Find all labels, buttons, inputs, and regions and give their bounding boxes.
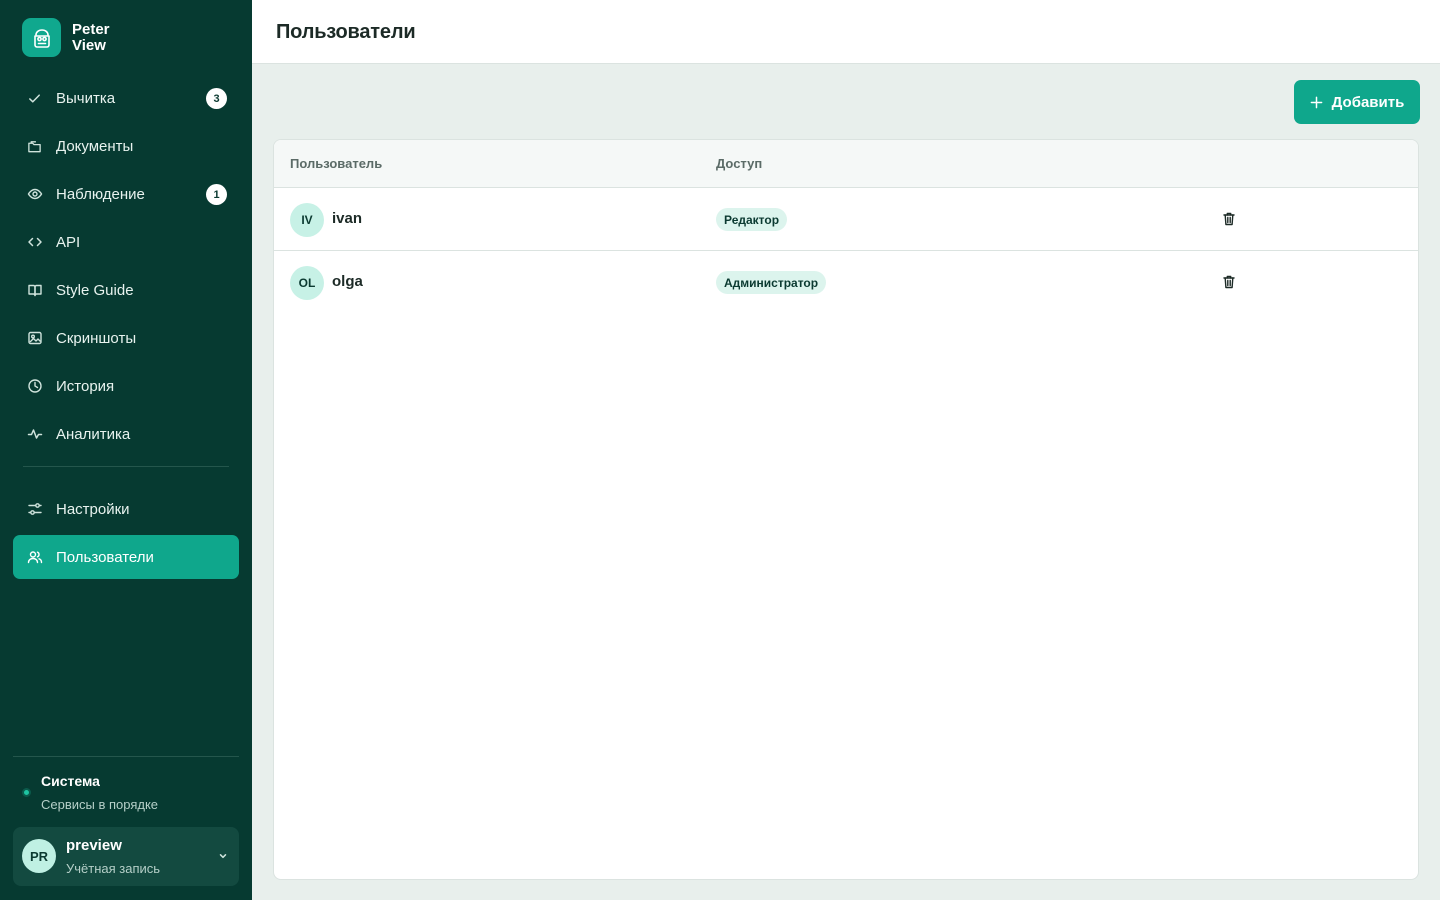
sidebar-item-proofreading[interactable]: Вычитка 3 [13, 76, 239, 120]
status-dot-icon [22, 788, 31, 797]
sidebar-item-label: Аналитика [56, 425, 131, 443]
sidebar-item-style-guide[interactable]: Style Guide [13, 268, 239, 312]
table-row: OL olga Администратор [274, 251, 1418, 314]
sidebar-bottom-divider [13, 756, 239, 757]
sidebar-item-label: Документы [56, 137, 134, 155]
table-row: IV ivan Редактор [274, 188, 1418, 251]
eye-icon [26, 186, 43, 203]
sidebar-item-settings[interactable]: Настройки [13, 487, 239, 531]
account-name: preview [66, 837, 122, 854]
user-name: ivan [332, 210, 363, 227]
app-root: Peter View Вычитка 3 Документы Наблюдени… [0, 0, 1440, 900]
sidebar-item-history[interactable]: История [13, 364, 239, 408]
plus-icon [1310, 96, 1323, 109]
sidebar-item-label: API [56, 233, 81, 251]
chevron-down-icon [217, 850, 229, 862]
image-icon [26, 330, 43, 347]
main-content: Пользователи Добавить Пользователь Досту… [252, 0, 1440, 900]
count-badge: 3 [206, 88, 227, 109]
add-user-label: Добавить [1331, 93, 1405, 111]
add-user-button[interactable]: Добавить [1294, 80, 1420, 124]
avatar: IV [290, 203, 324, 237]
code-icon [26, 234, 43, 251]
sidebar-item-screenshots[interactable]: Скриншоты [13, 316, 239, 360]
table-header: Пользователь Доступ [274, 140, 1418, 188]
users-icon [26, 549, 43, 566]
account-subtitle: Учётная запись [66, 861, 161, 876]
sidebar-item-label: Скриншоты [56, 329, 137, 347]
brand-name: Peter View [72, 20, 110, 54]
role-badge[interactable]: Редактор [716, 208, 788, 231]
users-table: Пользователь Доступ IV ivan Редактор OL … [273, 139, 1419, 880]
sidebar-item-label: Наблюдение [56, 185, 145, 203]
role-badge[interactable]: Администратор [716, 271, 827, 294]
peter-logo-icon [22, 18, 61, 57]
nav-divider [23, 466, 229, 467]
trash-icon[interactable] [1221, 273, 1237, 291]
avatar: OL [290, 266, 324, 300]
sidebar-nav: Вычитка 3 Документы Наблюдение 1 API Sty… [13, 76, 239, 583]
brand[interactable]: Peter View [22, 18, 132, 57]
column-header-user: Пользователь [290, 156, 383, 171]
sidebar-item-users[interactable]: Пользователи [13, 535, 239, 579]
sidebar-item-monitoring[interactable]: Наблюдение 1 [13, 172, 239, 216]
column-header-access: Доступ [716, 156, 763, 171]
sidebar-item-label: Пользователи [56, 548, 154, 566]
sidebar-item-api[interactable]: API [13, 220, 239, 264]
folder-icon [26, 138, 43, 155]
topbar: Пользователи [252, 0, 1440, 64]
sidebar-item-label: Style Guide [56, 281, 134, 299]
trash-icon[interactable] [1221, 210, 1237, 228]
page-title: Пользователи [276, 21, 416, 43]
user-name: olga [332, 273, 363, 290]
sliders-icon [26, 501, 43, 518]
status-subtitle: Сервисы в порядке [41, 797, 159, 812]
sidebar-item-label: Настройки [56, 500, 130, 518]
book-icon [26, 282, 43, 299]
account-menu[interactable]: PR preview Учётная запись [13, 827, 239, 886]
sidebar-item-label: Вычитка [56, 89, 116, 107]
activity-icon [26, 426, 43, 443]
sidebar-item-analytics[interactable]: Аналитика [13, 412, 239, 456]
status-title: Система [41, 773, 100, 789]
check-icon [26, 90, 43, 107]
avatar: PR [22, 839, 56, 873]
sidebar-item-label: История [56, 377, 115, 395]
sidebar-item-documents[interactable]: Документы [13, 124, 239, 168]
sidebar: Peter View Вычитка 3 Документы Наблюдени… [0, 0, 252, 900]
count-badge: 1 [206, 184, 227, 205]
clock-icon [26, 378, 43, 395]
